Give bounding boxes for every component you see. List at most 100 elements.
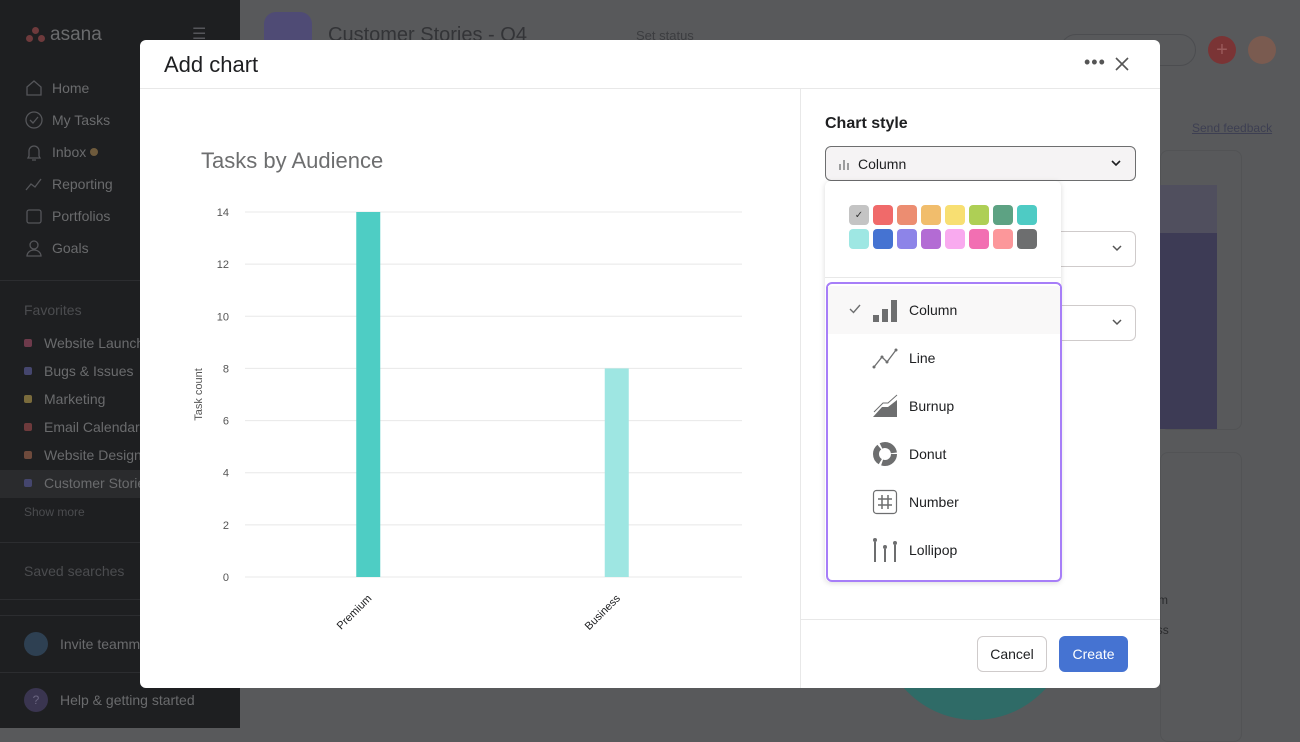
favorite-project[interactable]: Email Calendar [24,419,140,435]
send-feedback-link[interactable]: Send feedback [1192,121,1272,135]
x-tick-label: Business [583,592,623,632]
show-more-link[interactable]: Show more [24,505,85,519]
nav-label: Home [52,80,90,96]
color-swatches: ✓ [849,205,1037,249]
favorite-project[interactable]: Customer Stories [24,475,152,491]
portfolio-icon [26,209,42,224]
nav-label: Inbox [52,144,87,160]
chart-style-value: Column [858,155,907,172]
chart-style-select[interactable]: Column [825,146,1136,181]
color-swatch[interactable] [897,229,917,249]
option-label: Number [909,494,959,510]
project-color-icon [24,423,32,431]
x-tick-label: Premium [335,593,375,633]
color-swatch[interactable] [921,205,941,225]
favorite-project[interactable]: Website Design [24,447,142,463]
chart-type-option-column[interactable]: Column [828,286,1060,334]
sidebar-item-reporting[interactable]: Reporting [24,174,113,194]
color-swatch[interactable] [969,205,989,225]
chart-style-label: Chart style [825,115,908,132]
dialog-title: Add chart [164,52,259,77]
nav-label: Goals [52,240,89,256]
check-icon [849,304,861,314]
number-icon [872,489,898,515]
sidebar-item-my-tasks[interactable]: My Tasks [24,110,110,130]
color-swatch[interactable] [897,205,917,225]
color-swatch[interactable] [849,229,869,249]
color-swatch[interactable] [1017,205,1037,225]
color-swatch[interactable] [873,205,893,225]
invite-avatar-icon [24,632,48,656]
help-link[interactable]: ? Help & getting started [24,688,195,712]
chart-type-option-number[interactable]: Number [828,478,1060,526]
project-label: Marketing [44,391,106,407]
favorite-project[interactable]: Website Launch [24,335,144,351]
color-swatch[interactable] [993,229,1013,249]
chart-type-option-line[interactable]: Line [828,334,1060,382]
y-tick-label: 12 [217,259,229,271]
nav-label: Portfolios [52,208,111,224]
option-label: Lollipop [909,542,958,558]
saved-searches-heading[interactable]: Saved searches [24,563,124,579]
help-label: Help & getting started [60,692,195,708]
y-tick-label: 14 [217,207,229,219]
reporting-icon [25,178,42,191]
option-label: Donut [909,446,947,462]
chart-type-option-donut[interactable]: Donut [828,430,1060,478]
divider [825,277,1061,278]
create-button[interactable]: Create [1059,636,1128,672]
divider [800,88,801,688]
sidebar-item-inbox[interactable]: Inbox [24,142,99,162]
color-swatch[interactable]: ✓ [849,205,869,225]
y-tick-label: 0 [223,572,229,584]
chevron-down-icon [1112,245,1122,252]
y-tick-label: 6 [223,416,229,428]
burnup-chart-icon [873,394,898,417]
color-swatch[interactable] [945,205,965,225]
bar-premium [356,212,381,577]
column-chart-icon [839,159,849,170]
favorite-project[interactable]: Bugs & Issues [24,363,134,379]
color-swatch[interactable] [993,205,1013,225]
sidebar-item-home[interactable]: Home [24,78,89,98]
bell-icon [26,145,42,161]
chart-type-option-lollipop[interactable]: Lollipop [828,526,1060,574]
chevron-down-icon [1111,160,1121,167]
project-color-icon [24,395,32,403]
color-swatch[interactable] [873,229,893,249]
line-chart-icon [872,348,898,369]
option-label: Column [909,302,958,318]
sidebar-item-goals[interactable]: Goals [24,238,89,258]
color-swatch[interactable] [1017,229,1037,249]
sidebar-item-portfolios[interactable]: Portfolios [24,206,110,226]
color-swatch[interactable] [969,229,989,249]
favorite-project[interactable]: Marketing [24,391,105,407]
project-label: Email Calendar [44,419,140,435]
chart-type-option-burnup[interactable]: Burnup [828,382,1060,430]
user-avatar[interactable] [1248,36,1276,64]
y-tick-label: 8 [223,363,229,375]
collapse-sidebar-icon[interactable]: ☰ [192,24,216,43]
logo-mark-icon [26,27,46,43]
project-color-icon [24,367,32,375]
goals-icon [26,240,42,257]
divider [800,619,1160,620]
help-icon: ? [24,688,48,712]
y-tick-label: 10 [217,311,229,323]
close-icon[interactable] [1112,52,1132,76]
color-swatch[interactable] [945,229,965,249]
logo-text: asana [50,24,102,45]
donut-chart-icon [873,442,897,466]
add-button[interactable]: + [1208,36,1236,64]
column-chart: 0 2 4 6 8 10 12 14 Task count Premium Business [193,207,742,633]
cancel-button[interactable]: Cancel [977,636,1047,672]
nav-label: Reporting [52,176,113,192]
project-label: Bugs & Issues [44,363,134,379]
column-chart-icon [873,300,897,322]
option-label: Burnup [909,398,955,414]
asana-logo[interactable]: asana [26,24,102,46]
project-color-icon [24,479,32,487]
color-swatch[interactable] [921,229,941,249]
y-tick-label: 2 [223,520,229,532]
more-options-icon[interactable]: ••• [1084,52,1106,73]
